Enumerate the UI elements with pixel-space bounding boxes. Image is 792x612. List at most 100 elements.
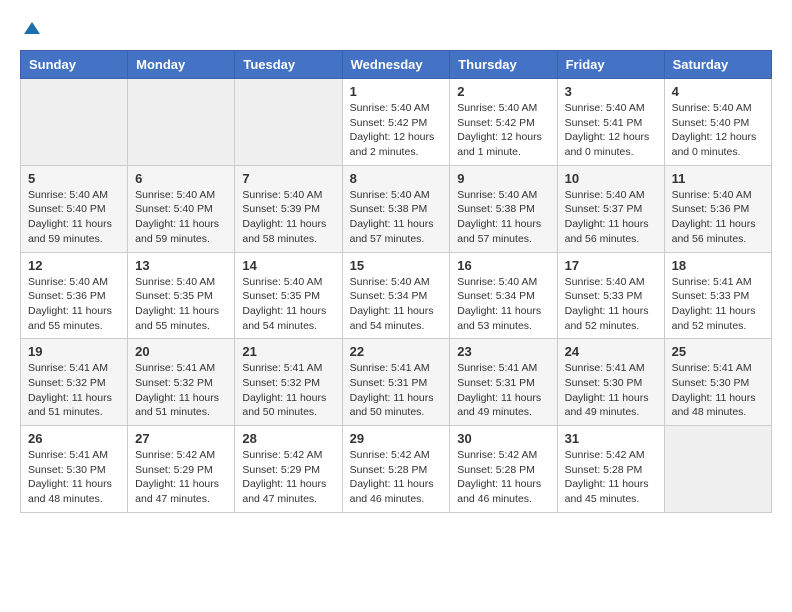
day-number: 2	[457, 84, 549, 99]
day-number: 15	[350, 258, 443, 273]
day-info: Sunrise: 5:40 AM Sunset: 5:33 PM Dayligh…	[565, 275, 657, 334]
calendar-cell: 21 Sunrise: 5:41 AM Sunset: 5:32 PM Dayli…	[235, 339, 342, 426]
day-info: Sunrise: 5:40 AM Sunset: 5:35 PM Dayligh…	[242, 275, 334, 334]
weekday-header-monday: Monday	[128, 51, 235, 79]
calendar-cell: 20 Sunrise: 5:41 AM Sunset: 5:32 PM Dayli…	[128, 339, 235, 426]
day-number: 26	[28, 431, 120, 446]
day-info: Sunrise: 5:40 AM Sunset: 5:41 PM Dayligh…	[565, 101, 657, 160]
week-row-3: 19 Sunrise: 5:41 AM Sunset: 5:32 PM Dayli…	[21, 339, 772, 426]
day-number: 25	[672, 344, 764, 359]
calendar-cell: 26 Sunrise: 5:41 AM Sunset: 5:30 PM Dayli…	[21, 426, 128, 513]
calendar-cell	[21, 79, 128, 166]
day-number: 28	[242, 431, 334, 446]
calendar-cell: 4 Sunrise: 5:40 AM Sunset: 5:40 PM Daylig…	[664, 79, 771, 166]
calendar-table: SundayMondayTuesdayWednesdayThursdayFrid…	[20, 50, 772, 513]
calendar-cell: 8 Sunrise: 5:40 AM Sunset: 5:38 PM Daylig…	[342, 165, 450, 252]
day-number: 24	[565, 344, 657, 359]
day-info: Sunrise: 5:41 AM Sunset: 5:31 PM Dayligh…	[350, 361, 443, 420]
day-info: Sunrise: 5:41 AM Sunset: 5:32 PM Dayligh…	[242, 361, 334, 420]
day-number: 4	[672, 84, 764, 99]
calendar-cell: 6 Sunrise: 5:40 AM Sunset: 5:40 PM Daylig…	[128, 165, 235, 252]
calendar-cell: 25Sunrise: 5:41 AM Sunset: 5:30 PM Dayli…	[664, 339, 771, 426]
logo-icon	[22, 20, 42, 40]
day-number: 9	[457, 171, 549, 186]
week-row-1: 5Sunrise: 5:40 AM Sunset: 5:40 PM Daylig…	[21, 165, 772, 252]
calendar-cell: 28 Sunrise: 5:42 AM Sunset: 5:29 PM Dayli…	[235, 426, 342, 513]
calendar-cell: 27 Sunrise: 5:42 AM Sunset: 5:29 PM Dayli…	[128, 426, 235, 513]
calendar-cell: 16 Sunrise: 5:40 AM Sunset: 5:34 PM Dayli…	[450, 252, 557, 339]
day-number: 20	[135, 344, 227, 359]
day-info: Sunrise: 5:42 AM Sunset: 5:29 PM Dayligh…	[135, 448, 227, 507]
calendar-cell: 2Sunrise: 5:40 AM Sunset: 5:42 PM Daylig…	[450, 79, 557, 166]
week-row-2: 12 Sunrise: 5:40 AM Sunset: 5:36 PM Dayli…	[21, 252, 772, 339]
calendar-cell: 7 Sunrise: 5:40 AM Sunset: 5:39 PM Daylig…	[235, 165, 342, 252]
day-number: 18	[672, 258, 764, 273]
day-number: 31	[565, 431, 657, 446]
weekday-header-row: SundayMondayTuesdayWednesdayThursdayFrid…	[21, 51, 772, 79]
day-info: Sunrise: 5:41 AM Sunset: 5:31 PM Dayligh…	[457, 361, 549, 420]
day-number: 8	[350, 171, 443, 186]
week-row-0: 1Sunrise: 5:40 AM Sunset: 5:42 PM Daylig…	[21, 79, 772, 166]
day-number: 17	[565, 258, 657, 273]
header	[20, 20, 772, 40]
calendar-cell: 3 Sunrise: 5:40 AM Sunset: 5:41 PM Daylig…	[557, 79, 664, 166]
day-number: 6	[135, 171, 227, 186]
calendar-cell: 1Sunrise: 5:40 AM Sunset: 5:42 PM Daylig…	[342, 79, 450, 166]
day-info: Sunrise: 5:40 AM Sunset: 5:36 PM Dayligh…	[28, 275, 120, 334]
day-info: Sunrise: 5:41 AM Sunset: 5:30 PM Dayligh…	[28, 448, 120, 507]
day-info: Sunrise: 5:40 AM Sunset: 5:42 PM Dayligh…	[350, 101, 443, 160]
calendar-cell: 13Sunrise: 5:40 AM Sunset: 5:35 PM Dayli…	[128, 252, 235, 339]
weekday-header-saturday: Saturday	[664, 51, 771, 79]
calendar-cell: 5Sunrise: 5:40 AM Sunset: 5:40 PM Daylig…	[21, 165, 128, 252]
day-info: Sunrise: 5:42 AM Sunset: 5:28 PM Dayligh…	[565, 448, 657, 507]
calendar-cell: 29Sunrise: 5:42 AM Sunset: 5:28 PM Dayli…	[342, 426, 450, 513]
day-number: 11	[672, 171, 764, 186]
calendar-cell: 19 Sunrise: 5:41 AM Sunset: 5:32 PM Dayli…	[21, 339, 128, 426]
day-info: Sunrise: 5:40 AM Sunset: 5:38 PM Dayligh…	[350, 188, 443, 247]
calendar-cell: 10Sunrise: 5:40 AM Sunset: 5:37 PM Dayli…	[557, 165, 664, 252]
day-info: Sunrise: 5:41 AM Sunset: 5:32 PM Dayligh…	[135, 361, 227, 420]
day-info: Sunrise: 5:40 AM Sunset: 5:37 PM Dayligh…	[565, 188, 657, 247]
calendar-cell: 18 Sunrise: 5:41 AM Sunset: 5:33 PM Dayli…	[664, 252, 771, 339]
weekday-header-thursday: Thursday	[450, 51, 557, 79]
day-number: 21	[242, 344, 334, 359]
weekday-header-wednesday: Wednesday	[342, 51, 450, 79]
weekday-header-friday: Friday	[557, 51, 664, 79]
day-info: Sunrise: 5:41 AM Sunset: 5:32 PM Dayligh…	[28, 361, 120, 420]
day-info: Sunrise: 5:40 AM Sunset: 5:35 PM Dayligh…	[135, 275, 227, 334]
calendar-cell: 31 Sunrise: 5:42 AM Sunset: 5:28 PM Dayli…	[557, 426, 664, 513]
day-info: Sunrise: 5:40 AM Sunset: 5:40 PM Dayligh…	[672, 101, 764, 160]
calendar-cell: 9 Sunrise: 5:40 AM Sunset: 5:38 PM Daylig…	[450, 165, 557, 252]
day-info: Sunrise: 5:41 AM Sunset: 5:30 PM Dayligh…	[565, 361, 657, 420]
calendar-cell: 23Sunrise: 5:41 AM Sunset: 5:31 PM Dayli…	[450, 339, 557, 426]
day-info: Sunrise: 5:40 AM Sunset: 5:36 PM Dayligh…	[672, 188, 764, 247]
calendar-cell: 24 Sunrise: 5:41 AM Sunset: 5:30 PM Dayli…	[557, 339, 664, 426]
day-number: 30	[457, 431, 549, 446]
calendar-cell: 17 Sunrise: 5:40 AM Sunset: 5:33 PM Dayli…	[557, 252, 664, 339]
calendar-cell: 15 Sunrise: 5:40 AM Sunset: 5:34 PM Dayli…	[342, 252, 450, 339]
day-number: 22	[350, 344, 443, 359]
day-info: Sunrise: 5:42 AM Sunset: 5:29 PM Dayligh…	[242, 448, 334, 507]
calendar-cell	[664, 426, 771, 513]
day-number: 3	[565, 84, 657, 99]
day-number: 16	[457, 258, 549, 273]
day-number: 27	[135, 431, 227, 446]
day-info: Sunrise: 5:42 AM Sunset: 5:28 PM Dayligh…	[350, 448, 443, 507]
calendar-cell	[128, 79, 235, 166]
calendar-cell: 14Sunrise: 5:40 AM Sunset: 5:35 PM Dayli…	[235, 252, 342, 339]
day-number: 12	[28, 258, 120, 273]
calendar-cell: 30Sunrise: 5:42 AM Sunset: 5:28 PM Dayli…	[450, 426, 557, 513]
calendar-cell	[235, 79, 342, 166]
page-container: SundayMondayTuesdayWednesdayThursdayFrid…	[0, 0, 792, 523]
week-row-4: 26 Sunrise: 5:41 AM Sunset: 5:30 PM Dayli…	[21, 426, 772, 513]
day-info: Sunrise: 5:40 AM Sunset: 5:34 PM Dayligh…	[457, 275, 549, 334]
day-info: Sunrise: 5:40 AM Sunset: 5:39 PM Dayligh…	[242, 188, 334, 247]
calendar-cell: 11 Sunrise: 5:40 AM Sunset: 5:36 PM Dayli…	[664, 165, 771, 252]
calendar-cell: 22 Sunrise: 5:41 AM Sunset: 5:31 PM Dayli…	[342, 339, 450, 426]
day-info: Sunrise: 5:40 AM Sunset: 5:40 PM Dayligh…	[135, 188, 227, 247]
day-info: Sunrise: 5:40 AM Sunset: 5:34 PM Dayligh…	[350, 275, 443, 334]
day-number: 7	[242, 171, 334, 186]
day-info: Sunrise: 5:40 AM Sunset: 5:38 PM Dayligh…	[457, 188, 549, 247]
day-number: 19	[28, 344, 120, 359]
day-info: Sunrise: 5:41 AM Sunset: 5:33 PM Dayligh…	[672, 275, 764, 334]
